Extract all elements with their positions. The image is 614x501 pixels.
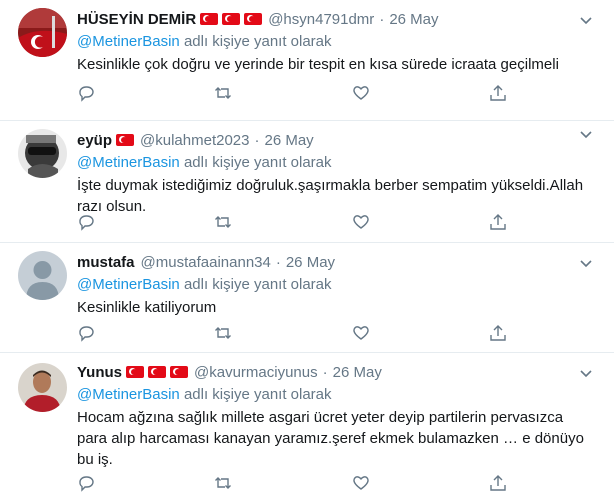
chevron-down-icon[interactable] — [578, 255, 594, 271]
avatar[interactable] — [18, 8, 67, 57]
flag-emojis — [116, 134, 135, 146]
retweet-icon[interactable] — [214, 84, 232, 102]
tweet-actions — [77, 474, 507, 494]
reply-icon[interactable] — [77, 84, 95, 102]
user-name[interactable]: Yunus — [77, 364, 122, 381]
turkey-flag-icon — [244, 13, 263, 25]
tweet-date[interactable]: 26 May — [286, 254, 335, 271]
tweet-date[interactable]: 26 May — [389, 11, 438, 28]
retweet-icon[interactable] — [214, 213, 232, 231]
reply-context: @MetinerBasin adlı kişiye yanıt olarak — [77, 32, 594, 52]
separator-dot: · — [275, 253, 281, 271]
tweet-text: Kesinlikle çok doğru ve yerinde bir tesp… — [77, 56, 559, 73]
user-name[interactable]: eyüp — [77, 132, 112, 149]
tweet-item[interactable]: HÜSEYİN DEMİR @hsyn4791dmr · 26 May @Met… — [0, 0, 614, 121]
user-handle[interactable]: @mustafaainann34 — [141, 254, 271, 271]
like-icon[interactable] — [352, 213, 370, 231]
mention-link[interactable]: @MetinerBasin — [77, 154, 180, 171]
reply-context: @MetinerBasin adlı kişiye yanıt olarak — [77, 153, 594, 173]
like-icon[interactable] — [352, 84, 370, 102]
avatar[interactable] — [18, 363, 67, 412]
tweet-text: Hocam ağzına sağlık millete asgari ücret… — [77, 409, 584, 468]
reply-icon[interactable] — [77, 213, 95, 231]
user-handle[interactable]: @kulahmet2023 — [140, 132, 249, 149]
reply-suffix: adlı kişiye yanıt olarak — [183, 154, 332, 171]
like-icon[interactable] — [352, 474, 370, 492]
turkey-flag-icon — [170, 366, 189, 378]
turkey-flag-icon — [222, 13, 241, 25]
tweet-header: HÜSEYİN DEMİR @hsyn4791dmr · 26 May — [77, 9, 594, 29]
user-handle[interactable]: @hsyn4791dmr — [268, 11, 374, 28]
share-icon[interactable] — [489, 474, 507, 492]
mention-link[interactable]: @MetinerBasin — [77, 386, 180, 403]
user-name[interactable]: mustafa — [77, 254, 135, 271]
retweet-icon[interactable] — [214, 474, 232, 492]
tweet-header: eyüp @kulahmet2023 · 26 May — [77, 130, 594, 150]
avatar[interactable] — [18, 251, 67, 300]
tweet-item[interactable]: eyüp @kulahmet2023 · 26 May @MetinerBasi… — [0, 121, 614, 243]
tweet-item[interactable]: Yunus @kavurmaciyunus · 26 May @MetinerB… — [0, 353, 614, 501]
turkey-flag-icon — [148, 366, 167, 378]
separator-dot: · — [254, 131, 260, 149]
retweet-icon[interactable] — [214, 324, 232, 342]
share-icon[interactable] — [489, 213, 507, 231]
reply-suffix: adlı kişiye yanıt olarak — [183, 386, 332, 403]
tweet-header: mustafa @mustafaainann34 · 26 May — [77, 252, 594, 272]
flag-emojis — [200, 13, 263, 25]
tweet-actions — [77, 84, 507, 104]
separator-dot: · — [379, 10, 385, 28]
tweet-actions — [77, 324, 507, 344]
share-icon[interactable] — [489, 84, 507, 102]
reply-suffix: adlı kişiye yanıt olarak — [183, 33, 332, 50]
reply-suffix: adlı kişiye yanıt olarak — [183, 276, 332, 293]
chevron-down-icon[interactable] — [578, 126, 594, 142]
turkey-flag-icon — [200, 13, 219, 25]
tweet-date[interactable]: 26 May — [333, 364, 382, 381]
turkey-flag-icon — [116, 134, 135, 146]
user-handle[interactable]: @kavurmaciyunus — [194, 364, 318, 381]
turkey-flag-icon — [126, 366, 145, 378]
chevron-down-icon[interactable] — [578, 12, 594, 28]
user-name[interactable]: HÜSEYİN DEMİR — [77, 11, 196, 28]
chevron-down-icon[interactable] — [578, 365, 594, 381]
tweet-text: Kesinlikle katiliyorum — [77, 299, 217, 316]
share-icon[interactable] — [489, 324, 507, 342]
reply-context: @MetinerBasin adlı kişiye yanıt olarak — [77, 385, 594, 405]
avatar[interactable] — [18, 129, 67, 178]
mention-link[interactable]: @MetinerBasin — [77, 33, 180, 50]
reply-icon[interactable] — [77, 324, 95, 342]
tweet-actions — [77, 213, 507, 233]
like-icon[interactable] — [352, 324, 370, 342]
reply-feed: HÜSEYİN DEMİR @hsyn4791dmr · 26 May @Met… — [0, 0, 614, 501]
flag-emojis — [126, 366, 189, 378]
reply-context: @MetinerBasin adlı kişiye yanıt olarak — [77, 275, 594, 295]
tweet-date[interactable]: 26 May — [264, 132, 313, 149]
tweet-item[interactable]: mustafa @mustafaainann34 · 26 May @Metin… — [0, 243, 614, 353]
tweet-header: Yunus @kavurmaciyunus · 26 May — [77, 362, 594, 382]
reply-icon[interactable] — [77, 474, 95, 492]
tweet-text: İşte duymak istediğimiz doğruluk.şaşırma… — [77, 177, 584, 215]
mention-link[interactable]: @MetinerBasin — [77, 276, 180, 293]
separator-dot: · — [322, 363, 328, 381]
